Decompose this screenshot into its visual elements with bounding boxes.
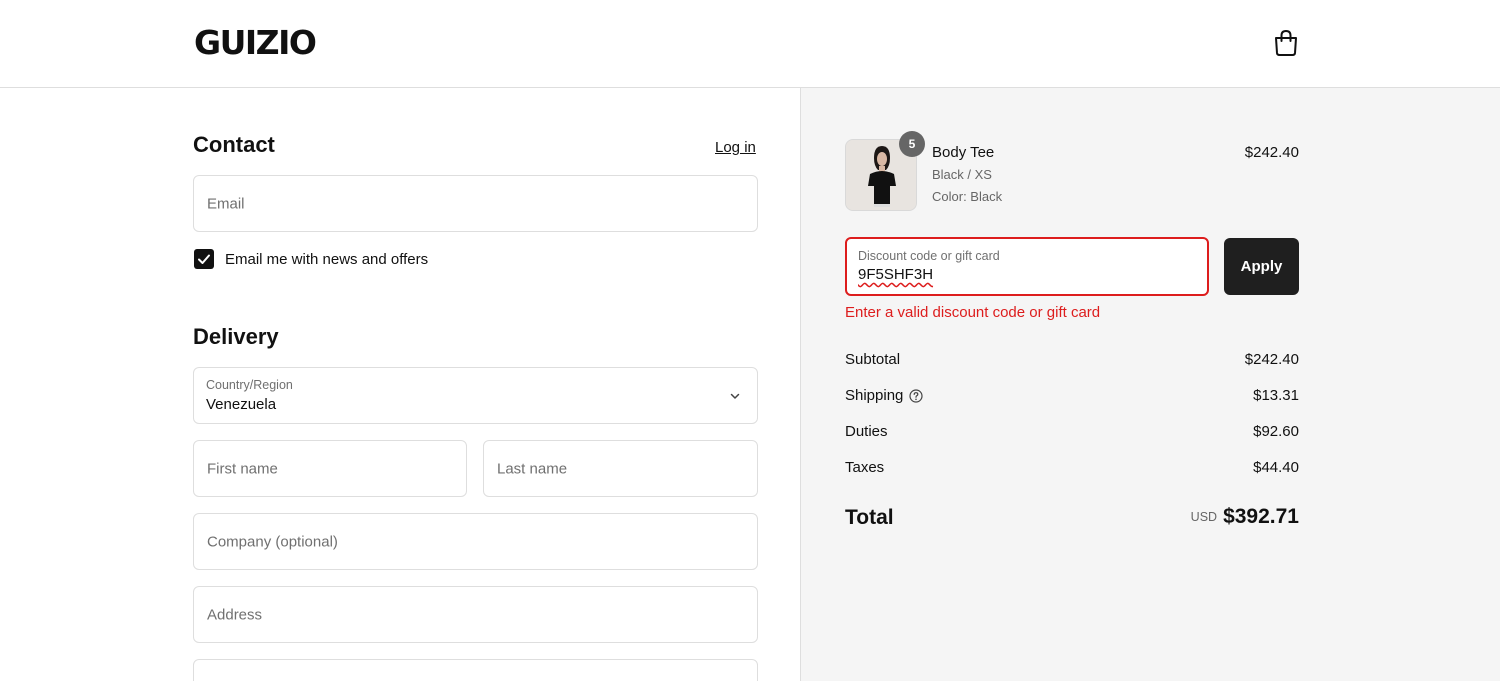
address-field[interactable]: Address xyxy=(193,586,758,643)
last-name-placeholder: Last name xyxy=(497,460,568,477)
subtotal-value: $242.40 xyxy=(1244,351,1299,368)
last-name-field[interactable]: Last name xyxy=(483,440,758,497)
duties-label: Duties xyxy=(845,423,888,440)
shopping-bag-icon[interactable] xyxy=(1273,29,1299,57)
address-placeholder: Address xyxy=(207,606,263,623)
check-icon xyxy=(198,254,210,264)
first-name-field[interactable]: First name xyxy=(193,440,467,497)
total-label: Total xyxy=(845,506,894,529)
product-price: $242.40 xyxy=(1244,144,1299,161)
apply-button[interactable]: Apply xyxy=(1224,238,1299,295)
discount-error-message: Enter a valid discount code or gift card xyxy=(845,304,1101,321)
quantity-badge: 5 xyxy=(899,131,925,157)
brand-logo[interactable]: GUIZIO xyxy=(194,24,317,62)
site-header: GUIZIO xyxy=(0,0,1500,88)
company-field[interactable]: Company (optional) xyxy=(193,513,758,570)
shipping-value: $13.31 xyxy=(1253,387,1299,404)
email-placeholder: Email xyxy=(207,195,245,212)
country-select[interactable]: Country/Region Venezuela xyxy=(193,367,758,424)
discount-code-field[interactable]: Discount code or gift card 9F5SHF3H xyxy=(845,237,1209,296)
duties-value: $92.60 xyxy=(1253,423,1299,440)
country-value: Venezuela xyxy=(206,396,277,413)
total-amount: USD $392.71 xyxy=(1191,505,1299,529)
question-circle-icon[interactable] xyxy=(909,389,923,403)
discount-label: Discount code or gift card xyxy=(858,249,1000,263)
first-name-placeholder: First name xyxy=(207,460,278,477)
newsletter-label[interactable]: Email me with news and offers xyxy=(225,251,428,268)
company-placeholder: Company (optional) xyxy=(207,533,338,550)
taxes-label: Taxes xyxy=(845,459,885,476)
contact-heading: Contact xyxy=(193,132,275,157)
login-link[interactable]: Log in xyxy=(715,139,756,156)
shipping-label: Shipping xyxy=(845,387,904,404)
taxes-value: $44.40 xyxy=(1253,459,1299,476)
currency-code: USD xyxy=(1190,510,1218,524)
delivery-heading: Delivery xyxy=(193,324,279,349)
email-field[interactable]: Email xyxy=(193,175,758,232)
newsletter-checkbox[interactable] xyxy=(194,249,214,269)
chevron-down-icon xyxy=(730,393,740,399)
shipping-row: Shipping xyxy=(845,387,923,404)
product-name: Body Tee xyxy=(932,144,995,161)
discount-value: 9F5SHF3H xyxy=(858,266,934,283)
country-label: Country/Region xyxy=(206,378,293,392)
product-variant: Black / XS xyxy=(932,167,992,182)
subtotal-label: Subtotal xyxy=(845,351,901,368)
address-line-2-field[interactable] xyxy=(193,659,758,681)
total-value: $392.71 xyxy=(1223,505,1299,528)
product-color: Color: Black xyxy=(932,189,1003,204)
